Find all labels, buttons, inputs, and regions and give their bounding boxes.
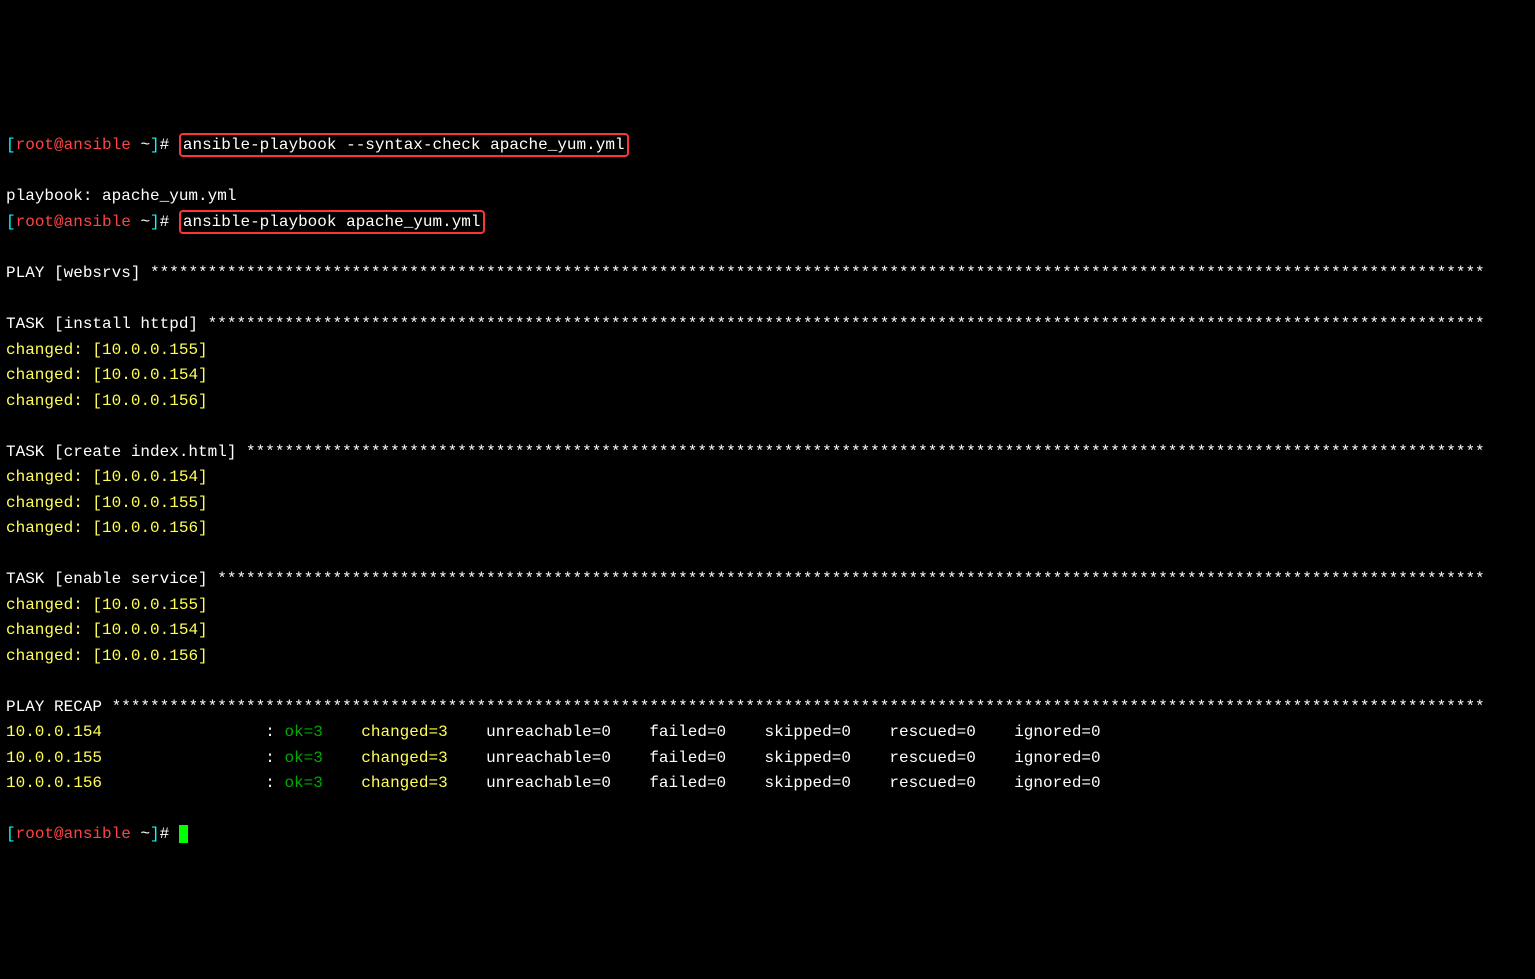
prompt-hash: # xyxy=(160,825,179,843)
recap-changed: changed=3 xyxy=(361,723,447,741)
task-result: changed: [10.0.0.155] xyxy=(6,596,208,614)
task1-header-stars: ****************************************… xyxy=(208,315,1485,333)
cursor[interactable] xyxy=(179,825,188,843)
recap-failed: failed=0 xyxy=(649,774,726,792)
recap-host: 10.0.0.154 xyxy=(6,723,102,741)
task-result: changed: [10.0.0.155] xyxy=(6,494,208,512)
task-result: changed: [10.0.0.154] xyxy=(6,468,208,486)
recap-ok: ok=3 xyxy=(284,774,322,792)
recap-host: 10.0.0.156 xyxy=(6,774,102,792)
prompt-host: ansible xyxy=(64,213,131,231)
recap-rescued: rescued=0 xyxy=(889,723,975,741)
prompt-hash: # xyxy=(160,136,179,154)
recap-rescued: rescued=0 xyxy=(889,774,975,792)
recap-ok: ok=3 xyxy=(284,723,322,741)
task-result: changed: [10.0.0.154] xyxy=(6,366,208,384)
recap-ok: ok=3 xyxy=(284,749,322,767)
recap-ignored: ignored=0 xyxy=(1014,723,1100,741)
recap-unreachable: unreachable=0 xyxy=(486,774,611,792)
recap-ignored: ignored=0 xyxy=(1014,774,1100,792)
task2-header-label: TASK [create index.html] xyxy=(6,443,246,461)
recap-changed: changed=3 xyxy=(361,774,447,792)
prompt-path: ~ xyxy=(131,213,150,231)
task-result: changed: [10.0.0.156] xyxy=(6,392,208,410)
prompt-path: ~ xyxy=(131,825,150,843)
recap-skipped: skipped=0 xyxy=(765,749,851,767)
prompt-bracket: [ xyxy=(6,825,16,843)
play-header-stars: ****************************************… xyxy=(150,264,1485,282)
prompt-user: root xyxy=(16,213,54,231)
prompt-path: ~ xyxy=(131,136,150,154)
recap-skipped: skipped=0 xyxy=(765,723,851,741)
play-header-label: PLAY [websrvs] xyxy=(6,264,150,282)
recap-failed: failed=0 xyxy=(649,749,726,767)
recap-header-label: PLAY RECAP xyxy=(6,698,112,716)
playbook-output: playbook: apache_yum.yml xyxy=(6,187,236,205)
task-result: changed: [10.0.0.156] xyxy=(6,647,208,665)
prompt-bracket-close: ] xyxy=(150,136,160,154)
terminal-output[interactable]: [root@ansible ~]# ansible-playbook --syn… xyxy=(0,102,1535,852)
prompt-user: root xyxy=(16,136,54,154)
prompt-at: @ xyxy=(54,213,64,231)
recap-failed: failed=0 xyxy=(649,723,726,741)
task-result: changed: [10.0.0.155] xyxy=(6,341,208,359)
recap-unreachable: unreachable=0 xyxy=(486,723,611,741)
recap-ignored: ignored=0 xyxy=(1014,749,1100,767)
prompt-bracket: [ xyxy=(6,136,16,154)
command-1-highlight: ansible-playbook --syntax-check apache_y… xyxy=(179,133,629,157)
prompt-at: @ xyxy=(54,825,64,843)
prompt-bracket-close: ] xyxy=(150,213,160,231)
recap-changed: changed=3 xyxy=(361,749,447,767)
task-result: changed: [10.0.0.156] xyxy=(6,519,208,537)
prompt-bracket-close: ] xyxy=(150,825,160,843)
prompt-host: ansible xyxy=(64,136,131,154)
prompt-user: root xyxy=(16,825,54,843)
recap-unreachable: unreachable=0 xyxy=(486,749,611,767)
task2-header-stars: ****************************************… xyxy=(246,443,1485,461)
prompt-host: ansible xyxy=(64,825,131,843)
recap-host: 10.0.0.155 xyxy=(6,749,102,767)
task3-header-stars: ****************************************… xyxy=(217,570,1484,588)
prompt-bracket: [ xyxy=(6,213,16,231)
prompt-hash: # xyxy=(160,213,179,231)
command-2-highlight: ansible-playbook apache_yum.yml xyxy=(179,210,485,234)
recap-skipped: skipped=0 xyxy=(765,774,851,792)
command-2: ansible-playbook apache_yum.yml xyxy=(183,213,481,231)
task3-header-label: TASK [enable service] xyxy=(6,570,217,588)
command-1: ansible-playbook --syntax-check apache_y… xyxy=(183,136,625,154)
task-result: changed: [10.0.0.154] xyxy=(6,621,208,639)
task1-header-label: TASK [install httpd] xyxy=(6,315,208,333)
prompt-at: @ xyxy=(54,136,64,154)
recap-header-stars: ****************************************… xyxy=(112,698,1485,716)
recap-rescued: rescued=0 xyxy=(889,749,975,767)
